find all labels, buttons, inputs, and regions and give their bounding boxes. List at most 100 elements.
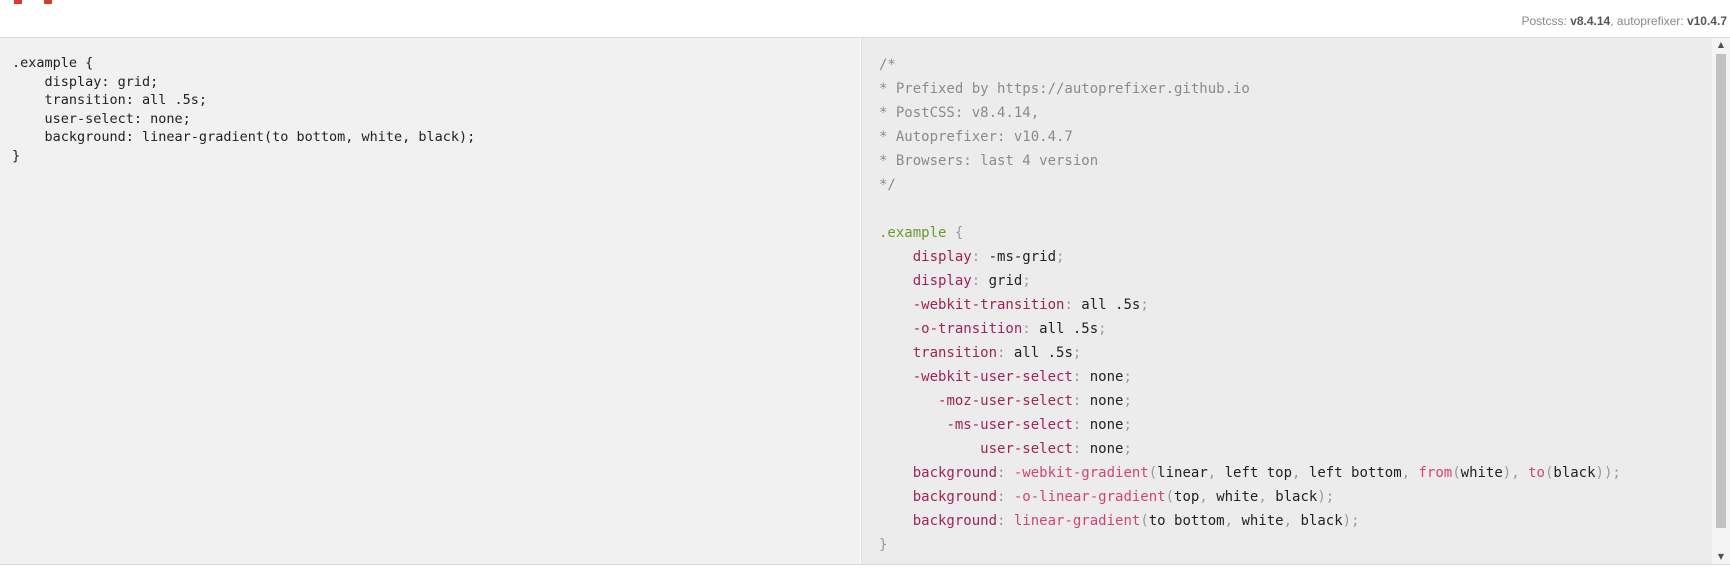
punctuation: , <box>1292 465 1309 481</box>
output-declaration: background: -o-linear-gradient(top, whit… <box>879 485 1730 509</box>
css-value: black <box>1300 513 1343 529</box>
css-property: -o-transition <box>912 321 1023 337</box>
input-code-line: .example { <box>12 55 94 71</box>
semicolon: ; <box>1123 369 1132 385</box>
postcss-version: v8.4.14 <box>1570 14 1611 28</box>
semicolon: ; <box>1140 297 1149 313</box>
output-selector: .example <box>879 225 947 241</box>
css-output-panel[interactable]: /* * Prefixed by https://autoprefixer.git… <box>861 38 1730 564</box>
punctuation: ), <box>1502 465 1529 481</box>
punctuation: ( <box>1140 513 1149 529</box>
semicolon: ; <box>1612 465 1621 481</box>
output-scrollbar[interactable]: ▲ ▼ <box>1712 38 1730 564</box>
output-comment-line: * PostCSS: v8.4.14, <box>879 105 1040 121</box>
autoprefixer-version: v10.4.7 <box>1686 14 1727 28</box>
output-declaration: -ms-user-select: none; <box>879 413 1730 437</box>
css-value: white <box>1241 513 1284 529</box>
css-value: all .5s <box>1081 297 1141 313</box>
css-value: black <box>1553 465 1596 481</box>
css-function: -webkit-gradient <box>1013 465 1149 481</box>
output-comment-line: */ <box>879 177 896 193</box>
semicolon: ; <box>1056 249 1065 265</box>
input-code-line: background: linear-gradient(to bottom, w… <box>12 129 476 145</box>
brand-mark <box>44 0 52 4</box>
css-property: display <box>912 273 972 289</box>
output-declaration: -moz-user-select: none; <box>879 389 1730 413</box>
output-comment-line: /* <box>879 57 896 73</box>
postcss-label: Postcss: <box>1521 14 1567 28</box>
colon: : <box>1064 297 1082 313</box>
css-property: background <box>912 513 998 529</box>
top-bar: Postcss: v8.4.14, autoprefixer: v10.4.7 <box>0 0 1730 38</box>
scroll-up-icon[interactable]: ▲ <box>1712 38 1730 52</box>
css-value: to bottom <box>1148 513 1225 529</box>
css-input-editor[interactable]: .example { display: grid; transition: al… <box>0 38 860 564</box>
semicolon: ; <box>1123 417 1132 433</box>
css-value: linear <box>1157 465 1208 481</box>
output-declaration: display: -ms-grid; <box>879 245 1730 269</box>
css-property: -webkit-transition <box>912 297 1065 313</box>
css-value: white <box>1216 489 1259 505</box>
colon: : <box>1072 393 1090 409</box>
css-property: -moz-user-select <box>938 393 1073 409</box>
css-value: left bottom <box>1308 465 1402 481</box>
css-value: none <box>1089 369 1124 385</box>
output-declaration: background: linear-gradient(to bottom, w… <box>879 509 1730 533</box>
css-value: all .5s <box>1013 345 1073 361</box>
output-declaration: display: grid; <box>879 269 1730 293</box>
output-declaration: -o-transition: all .5s; <box>879 317 1730 341</box>
css-property: background <box>912 465 998 481</box>
css-property: background <box>912 489 998 505</box>
css-value: left top <box>1224 465 1293 481</box>
autoprefixer-label: autoprefixer: <box>1616 14 1684 28</box>
css-value: none <box>1089 417 1124 433</box>
input-code-line: display: grid; <box>12 73 159 90</box>
colon: : <box>1072 417 1090 433</box>
css-value: top <box>1174 489 1200 505</box>
css-property: -webkit-user-select <box>912 369 1073 385</box>
css-property: user-select <box>980 441 1073 457</box>
css-property: transition <box>912 345 998 361</box>
open-brace: { <box>946 225 964 241</box>
punctuation: , <box>1199 489 1217 505</box>
version-separator: , <box>1610 14 1617 28</box>
punctuation: , <box>1207 465 1225 481</box>
semicolon: ; <box>1325 489 1335 505</box>
input-code-line: user-select: none; <box>12 110 191 127</box>
colon: : <box>1072 441 1090 457</box>
output-comment-line: * Prefixed by https://autoprefixer.githu… <box>879 81 1250 97</box>
css-value: -ms-grid <box>988 249 1057 265</box>
close-brace: } <box>879 537 888 553</box>
semicolon: ; <box>1022 273 1031 289</box>
output-declaration: -webkit-transition: all .5s; <box>879 293 1730 317</box>
input-code-line: transition: all .5s; <box>12 92 208 108</box>
semicolon: ; <box>1123 393 1132 409</box>
output-comment-line: * Autoprefixer: v10.4.7 <box>879 129 1073 145</box>
input-code-line: } <box>12 147 21 164</box>
colon: : <box>971 273 989 289</box>
version-info: Postcss: v8.4.14, autoprefixer: v10.4.7 <box>1521 14 1727 28</box>
css-function: linear-gradient <box>1013 513 1141 529</box>
scroll-down-icon[interactable]: ▼ <box>1712 550 1730 564</box>
punctuation: ( <box>1148 465 1158 481</box>
css-value: all .5s <box>1039 321 1099 337</box>
semicolon: ; <box>1351 513 1360 529</box>
css-value: none <box>1089 441 1124 457</box>
css-function: from <box>1418 465 1453 481</box>
output-declaration: background: -webkit-gradient(linear, lef… <box>879 461 1730 485</box>
output-comment-line: * Browsers: last 4 version <box>879 153 1099 169</box>
scrollbar-thumb[interactable] <box>1716 54 1726 528</box>
css-value: none <box>1089 393 1124 409</box>
colon: : <box>997 513 1014 529</box>
semicolon: ; <box>1072 345 1082 361</box>
